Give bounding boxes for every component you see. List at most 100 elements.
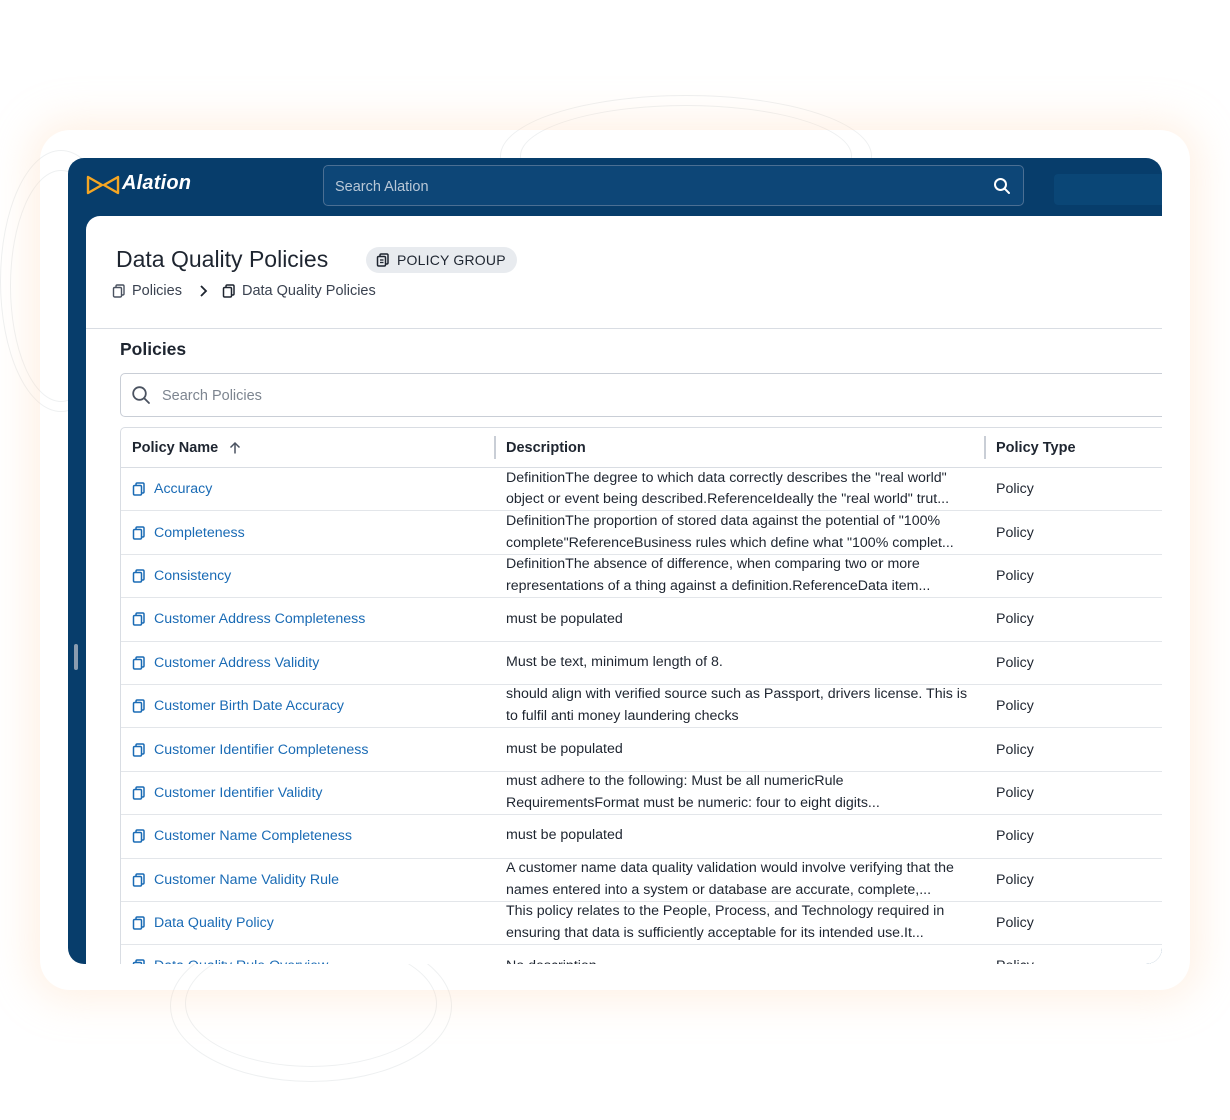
policy-icon: [132, 482, 145, 496]
policy-name-cell: Customer Name Validity Rule: [132, 859, 497, 901]
policy-name-link[interactable]: Customer Name Validity Rule: [154, 872, 339, 888]
policy-group-icon: [222, 284, 235, 298]
policy-type: Policy: [996, 481, 1034, 498]
policies-table: Policy Name Description Policy Type Accu…: [120, 427, 1162, 964]
policy-description-cell: must adhere to the following: Must be al…: [506, 772, 976, 814]
alation-logo-icon: [86, 175, 120, 194]
policy-description-cell: No description: [506, 945, 976, 964]
policy-icon: [132, 699, 145, 713]
column-resize-handle[interactable]: [494, 436, 496, 459]
table-row[interactable]: Customer Identifier Validity must adhere…: [121, 772, 1162, 816]
policy-description-cell: Must be text, minimum length of 8.: [506, 642, 976, 684]
policy-icon: [132, 612, 145, 627]
sidebar-resize-handle[interactable]: [74, 644, 78, 670]
policy-type: Policy: [996, 524, 1034, 541]
user-menu-placeholder[interactable]: [1054, 174, 1162, 205]
policy-name-cell: Completeness: [132, 511, 497, 553]
policy-type: Policy: [996, 784, 1034, 801]
table-row[interactable]: Data Quality Policy This policy relates …: [121, 902, 1162, 946]
policy-group-icon: [112, 284, 125, 298]
policy-name-link[interactable]: Customer Address Validity: [154, 655, 319, 671]
table-row[interactable]: Customer Name Validity Rule A customer n…: [121, 859, 1162, 902]
column-resize-handle[interactable]: [984, 436, 986, 459]
policy-type: Policy: [996, 698, 1034, 715]
policy-description-cell: This policy relates to the People, Proce…: [506, 902, 976, 944]
table-row[interactable]: Customer Address Validity Must be text, …: [121, 642, 1162, 685]
policy-type: Policy: [996, 828, 1034, 845]
policy-type-cell: Policy: [996, 511, 1034, 553]
global-search-box: [323, 165, 1024, 207]
policy-type: Policy: [996, 654, 1034, 671]
policy-type-cell: Policy: [996, 815, 1034, 857]
policy-name-link[interactable]: Data Quality Policy: [154, 915, 274, 931]
policy-description: DefinitionThe degree to which data corre…: [506, 469, 950, 508]
table-header: Policy Name Description Policy Type: [121, 428, 1162, 468]
table-row[interactable]: Customer Name Completeness must be popul…: [121, 815, 1162, 859]
policy-description-cell: DefinitionThe proportion of stored data …: [506, 511, 976, 553]
policy-description-cell: must be populated: [506, 598, 976, 640]
policy-name-cell: Accuracy: [132, 468, 497, 510]
policy-name-cell: Customer Address Completeness: [132, 598, 497, 640]
breadcrumb-item-current[interactable]: Data Quality Policies: [222, 283, 376, 299]
policy-description: Must be text, minimum length of 8.: [506, 653, 723, 670]
policy-description: must be populated: [506, 740, 623, 757]
policy-type: Policy: [996, 567, 1034, 584]
table-row[interactable]: Customer Identifier Completeness must be…: [121, 728, 1162, 772]
badge-label: POLICY GROUP: [397, 252, 506, 268]
policy-type-cell: Policy: [996, 598, 1034, 640]
policy-name-link[interactable]: Customer Address Completeness: [154, 611, 365, 627]
policy-name-link[interactable]: Data Quality Rule Overview: [154, 958, 328, 964]
policy-name-cell: Customer Identifier Validity: [132, 772, 497, 814]
table-row[interactable]: Data Quality Rule Overview No descriptio…: [121, 945, 1162, 964]
policy-name-cell: Data Quality Policy: [132, 902, 497, 944]
policy-name-cell: Customer Name Completeness: [132, 815, 497, 857]
policy-name-link[interactable]: Completeness: [154, 525, 245, 541]
logo-text: Alation: [122, 172, 192, 194]
policy-name-link[interactable]: Customer Identifier Validity: [154, 785, 322, 801]
breadcrumb: Policies Data Quality Policies: [112, 283, 376, 299]
table-row[interactable]: Completeness DefinitionThe proportion of…: [121, 511, 1162, 555]
policy-icon: [132, 569, 145, 583]
global-search-input[interactable]: [333, 166, 977, 207]
column-header-policy-type[interactable]: Policy Type: [996, 428, 1076, 467]
search-icon[interactable]: [993, 177, 1011, 195]
policy-description: A customer name data quality validation …: [506, 860, 954, 898]
policy-description-cell: must be populated: [506, 728, 976, 770]
policy-name-link[interactable]: Customer Birth Date Accuracy: [154, 698, 344, 714]
policy-type-cell: Policy: [996, 642, 1034, 684]
policy-search-input[interactable]: [160, 374, 1064, 418]
policy-description-cell: should align with verified source such a…: [506, 685, 976, 727]
policy-name-cell: Customer Birth Date Accuracy: [132, 685, 497, 727]
table-row[interactable]: Consistency DefinitionThe absence of dif…: [121, 555, 1162, 599]
column-header-label: Policy Name: [132, 439, 219, 456]
policy-description-cell: must be populated: [506, 815, 976, 857]
column-header-description[interactable]: Description: [506, 428, 586, 467]
arrow-up-icon[interactable]: [228, 441, 242, 455]
policy-description: must adhere to the following: Must be al…: [506, 773, 880, 811]
policy-type: Policy: [996, 958, 1034, 964]
policy-name-link[interactable]: Customer Name Completeness: [154, 828, 352, 844]
policy-type: Policy: [996, 915, 1034, 932]
policy-description: DefinitionThe proportion of stored data …: [506, 512, 954, 551]
column-header-policy-name[interactable]: Policy Name: [132, 428, 492, 467]
section-title: Policies: [120, 339, 187, 359]
search-icon: [132, 386, 150, 404]
policy-icon: [132, 959, 145, 964]
policy-name-link[interactable]: Customer Identifier Completeness: [154, 742, 368, 758]
chevron-right-icon: [200, 285, 208, 297]
policy-icon: [132, 872, 145, 887]
table-body: Accuracy DefinitionThe degree to which d…: [121, 468, 1162, 964]
policy-type: Policy: [996, 741, 1034, 758]
policy-group-badge: POLICY GROUP: [366, 247, 517, 273]
policy-name-cell: Data Quality Rule Overview: [132, 945, 497, 964]
table-row[interactable]: Customer Address Completeness must be po…: [121, 598, 1162, 642]
policy-name-link[interactable]: Accuracy: [154, 481, 212, 497]
breadcrumb-item-policies[interactable]: Policies: [112, 283, 182, 299]
table-row[interactable]: Customer Birth Date Accuracy should alig…: [121, 685, 1162, 729]
alation-logo[interactable]: Alation: [86, 172, 191, 195]
policy-type-cell: Policy: [996, 685, 1034, 727]
table-row[interactable]: Accuracy DefinitionThe degree to which d…: [121, 468, 1162, 512]
policy-type-cell: Policy: [996, 859, 1034, 901]
policy-name-link[interactable]: Consistency: [154, 568, 231, 584]
policy-type-cell: Policy: [996, 468, 1034, 510]
